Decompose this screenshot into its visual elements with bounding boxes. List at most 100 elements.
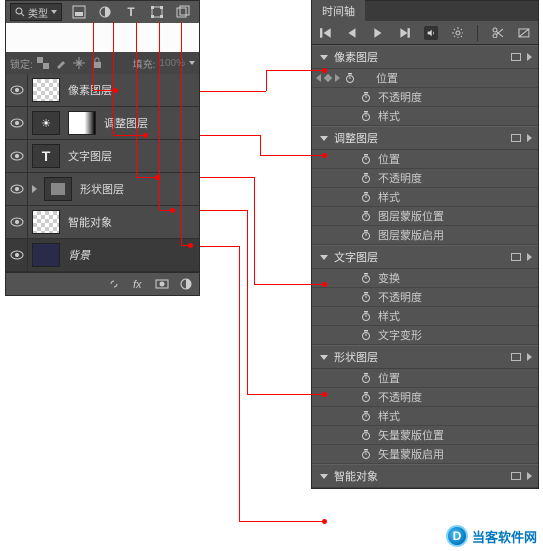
stopwatch-icon[interactable] [360, 154, 372, 164]
stopwatch-icon[interactable] [360, 92, 372, 102]
timeline-property-row[interactable]: 不透明度 [312, 288, 538, 307]
add-mask-icon[interactable] [155, 277, 169, 291]
expand-group-icon[interactable] [320, 255, 328, 260]
add-adjustment-icon[interactable] [179, 277, 193, 291]
stopwatch-icon[interactable] [360, 192, 372, 202]
timeline-layer-group[interactable]: 形状图层 [312, 345, 538, 369]
stopwatch-icon[interactable] [360, 411, 372, 421]
lock-transparency-icon[interactable] [37, 57, 49, 69]
stopwatch-icon[interactable] [360, 273, 372, 283]
transition-icon[interactable] [518, 26, 530, 40]
stopwatch-icon[interactable] [360, 392, 372, 402]
stopwatch-icon[interactable] [360, 230, 372, 240]
track-options-icon[interactable] [511, 253, 521, 261]
keyframe-diamond-icon[interactable] [324, 74, 332, 82]
layer-row[interactable]: 形状图层 [6, 173, 199, 206]
timeline-layer-group[interactable]: 像素图层 [312, 45, 538, 69]
stopwatch-icon[interactable] [360, 211, 372, 221]
lock-pixels-icon[interactable] [55, 57, 67, 69]
settings-icon[interactable] [452, 26, 464, 40]
next-frame-icon[interactable] [398, 26, 410, 40]
stopwatch-icon[interactable] [360, 111, 372, 121]
link-layers-icon[interactable] [107, 277, 121, 291]
chevron-right-icon[interactable] [527, 53, 532, 61]
next-keyframe-icon[interactable] [335, 74, 340, 82]
stopwatch-icon[interactable] [360, 173, 372, 183]
filter-adjustment-icon[interactable] [98, 5, 112, 19]
layer-row[interactable]: ☀ 调整图层 [6, 107, 199, 140]
filter-type-select[interactable]: 类型 [10, 3, 62, 21]
timeline-property-row[interactable]: 位置 [312, 69, 538, 88]
filter-text-icon[interactable]: T [124, 5, 138, 19]
scissors-icon[interactable] [492, 26, 504, 40]
timeline-tab[interactable]: 时间轴 [312, 0, 365, 22]
stopwatch-icon[interactable] [360, 373, 372, 383]
layer-name[interactable]: 文字图层 [68, 148, 112, 164]
prev-frame-icon[interactable] [346, 26, 358, 40]
stopwatch-icon[interactable] [360, 311, 372, 321]
chevron-right-icon[interactable] [527, 472, 532, 480]
timeline-property-row[interactable]: 图层蒙版位置 [312, 207, 538, 226]
stopwatch-icon[interactable] [360, 430, 372, 440]
layer-name[interactable]: 背景 [68, 247, 90, 263]
timeline-property-row[interactable]: 位置 [312, 369, 538, 388]
timeline-layer-group[interactable]: 文字图层 [312, 245, 538, 269]
visibility-toggle[interactable] [6, 107, 28, 139]
expand-group-icon[interactable] [320, 136, 328, 141]
keyframe-nav [318, 373, 378, 383]
timeline-property-row[interactable]: 不透明度 [312, 169, 538, 188]
expand-group-icon[interactable] [320, 55, 328, 60]
timeline-layer-group[interactable]: 智能对象 [312, 464, 538, 488]
lock-position-icon[interactable] [73, 57, 85, 69]
timeline-property-row[interactable]: 样式 [312, 307, 538, 326]
play-icon[interactable] [372, 26, 384, 40]
visibility-toggle[interactable] [6, 206, 28, 238]
timeline-property-row[interactable]: 文字变形 [312, 326, 538, 345]
layer-name[interactable]: 智能对象 [68, 214, 112, 230]
stopwatch-icon[interactable] [360, 330, 372, 340]
group-right-controls [511, 134, 532, 142]
chevron-right-icon[interactable] [527, 253, 532, 261]
timeline-property-row[interactable]: 矢量蒙版启用 [312, 445, 538, 464]
timeline-property-row[interactable]: 位置 [312, 150, 538, 169]
chevron-right-icon[interactable] [527, 134, 532, 142]
expand-group-icon[interactable] [320, 474, 328, 479]
visibility-toggle[interactable] [6, 140, 28, 172]
track-options-icon[interactable] [511, 353, 521, 361]
layer-row[interactable]: T 文字图层 [6, 140, 199, 173]
filter-pixel-icon[interactable] [72, 5, 86, 19]
timeline-property-row[interactable]: 图层蒙版启用 [312, 226, 538, 245]
track-options-icon[interactable] [511, 134, 521, 142]
property-name: 不透明度 [378, 170, 422, 186]
visibility-toggle[interactable] [6, 74, 28, 106]
track-options-icon[interactable] [511, 472, 521, 480]
timeline-property-row[interactable]: 变换 [312, 269, 538, 288]
layer-name[interactable]: 形状图层 [80, 181, 124, 197]
timeline-property-row[interactable]: 不透明度 [312, 88, 538, 107]
audio-toggle-icon[interactable] [424, 26, 438, 40]
timeline-property-row[interactable]: 样式 [312, 407, 538, 426]
visibility-toggle[interactable] [6, 239, 28, 271]
timeline-property-row[interactable]: 样式 [312, 107, 538, 126]
layer-thumbnail: ☀ [32, 111, 60, 135]
go-to-first-frame-icon[interactable] [320, 26, 332, 40]
layer-name[interactable]: 调整图层 [104, 115, 148, 131]
chevron-right-icon[interactable] [527, 353, 532, 361]
filter-shape-icon[interactable] [150, 5, 164, 19]
stopwatch-icon[interactable] [360, 449, 372, 459]
timeline-property-row[interactable]: 样式 [312, 188, 538, 207]
expand-group-icon[interactable] [320, 355, 328, 360]
keyframe-nav [318, 392, 378, 402]
add-style-icon[interactable]: fx [131, 277, 145, 291]
layer-row[interactable]: 背景 [6, 239, 199, 272]
timeline-property-row[interactable]: 不透明度 [312, 388, 538, 407]
visibility-toggle[interactable] [6, 173, 28, 205]
timeline-layer-group[interactable]: 调整图层 [312, 126, 538, 150]
stopwatch-icon[interactable] [344, 73, 356, 83]
timeline-property-row[interactable]: 矢量蒙版位置 [312, 426, 538, 445]
track-options-icon[interactable] [511, 53, 521, 61]
expand-layer-icon[interactable] [28, 185, 40, 193]
filter-smartobject-icon[interactable] [176, 5, 190, 19]
prev-keyframe-icon[interactable] [316, 74, 321, 82]
stopwatch-icon[interactable] [360, 292, 372, 302]
